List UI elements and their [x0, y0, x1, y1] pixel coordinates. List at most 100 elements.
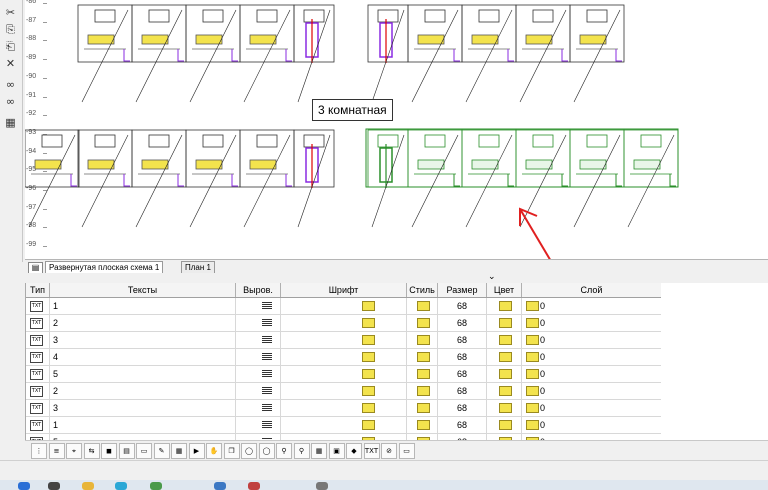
search-icon[interactable] — [48, 482, 60, 490]
fill-icon[interactable]: ◆ — [346, 443, 362, 459]
app3-icon[interactable] — [248, 482, 260, 490]
style-cell[interactable] — [407, 383, 438, 399]
table-row[interactable]: TXT 1 68 0 — [26, 417, 662, 434]
col-font[interactable]: Шрифт — [281, 283, 407, 297]
align-cell[interactable] — [236, 332, 281, 348]
color-cell[interactable] — [487, 349, 522, 365]
style-cell[interactable] — [407, 400, 438, 416]
app-icon[interactable] — [150, 482, 162, 490]
style-cell[interactable] — [407, 298, 438, 314]
layer-cell[interactable]: 0 — [522, 417, 662, 433]
shape-icon[interactable]: ▭ — [398, 443, 415, 459]
app4-icon[interactable] — [316, 482, 328, 490]
table-row[interactable]: TXT 3 68 0 — [26, 332, 662, 349]
table-icon[interactable]: ▦ — [311, 443, 327, 459]
table-row[interactable]: TXT 5 68 0 — [26, 366, 662, 383]
browser-icon[interactable] — [115, 482, 127, 490]
style-cell[interactable] — [407, 332, 438, 348]
ring-icon[interactable]: ◯ — [241, 443, 257, 459]
heating-schematic[interactable] — [25, 0, 768, 259]
layer-cell[interactable]: 0 — [522, 400, 662, 416]
font-cell[interactable] — [281, 315, 407, 331]
font-cell[interactable] — [281, 332, 407, 348]
text-cell[interactable]: 2 — [50, 383, 236, 399]
col-layer[interactable]: Слой — [522, 283, 662, 297]
dimension-icon[interactable]: ⇆ — [83, 443, 100, 459]
layer-cell[interactable]: 0 — [522, 366, 662, 382]
size-cell[interactable]: 68 — [438, 366, 487, 382]
table-row[interactable]: TXT 1 68 0 — [26, 298, 662, 315]
text-cell[interactable]: 5 — [50, 366, 236, 382]
frame-icon[interactable]: ⋮ — [31, 443, 47, 459]
pin-icon[interactable]: ⚲ — [276, 443, 292, 459]
color-cell[interactable] — [487, 298, 522, 314]
size-cell[interactable]: 68 — [438, 315, 487, 331]
lines-icon[interactable]: ≡ — [48, 443, 65, 459]
size-cell[interactable]: 68 — [438, 383, 487, 399]
scissors-icon[interactable]: ✂ — [3, 5, 18, 20]
size-cell[interactable]: 68 — [438, 349, 487, 365]
col-type[interactable]: Тип — [26, 283, 50, 297]
align-cell[interactable] — [236, 315, 281, 331]
text-cell[interactable]: 3 — [50, 400, 236, 416]
font-cell[interactable] — [281, 383, 407, 399]
align-cell[interactable] — [236, 298, 281, 314]
layer-cell[interactable]: 0 — [522, 383, 662, 399]
layer-cell[interactable]: 0 — [522, 332, 662, 348]
col-color[interactable]: Цвет — [487, 283, 522, 297]
layer-cell[interactable]: 0 — [522, 349, 662, 365]
text-cell[interactable]: 2 — [50, 315, 236, 331]
room-label[interactable]: 3 комнатная — [312, 99, 393, 121]
col-texts[interactable]: Тексты — [50, 283, 236, 297]
ring2-icon[interactable]: ◯ — [258, 443, 275, 459]
text-cell[interactable]: 3 — [50, 332, 236, 348]
delete-icon[interactable]: ✕ — [3, 56, 18, 71]
align-cell[interactable] — [236, 366, 281, 382]
binoculars-icon[interactable]: ∞ — [3, 77, 18, 92]
table-row[interactable]: TXT 2 68 0 — [26, 383, 662, 400]
style-cell[interactable] — [407, 417, 438, 433]
copy-icon[interactable]: ⎘ — [3, 22, 18, 37]
align-cell[interactable] — [236, 349, 281, 365]
color-cell[interactable] — [487, 383, 522, 399]
color-cell[interactable] — [487, 400, 522, 416]
table-row[interactable]: TXT 2 68 0 — [26, 315, 662, 332]
print-icon[interactable]: ▤ — [118, 443, 135, 459]
size-cell[interactable]: 68 — [438, 417, 487, 433]
pen-icon[interactable]: ✎ — [153, 443, 170, 459]
color-cell[interactable] — [487, 366, 522, 382]
marker-icon[interactable]: ⌖ — [66, 443, 82, 459]
text-icon[interactable]: TXT — [363, 443, 380, 459]
layer-cell[interactable]: 0 — [522, 315, 662, 331]
col-align[interactable]: Выров. — [236, 283, 281, 297]
align-cell[interactable] — [236, 400, 281, 416]
text-cell[interactable]: 4 — [50, 349, 236, 365]
size-cell[interactable]: 68 — [438, 298, 487, 314]
align-cell[interactable] — [236, 383, 281, 399]
table-row[interactable]: TXT 4 68 0 — [26, 349, 662, 366]
panel-splitter[interactable]: ⌄ — [25, 272, 768, 283]
app2-icon[interactable] — [214, 482, 226, 490]
size-cell[interactable]: 68 — [438, 332, 487, 348]
explorer-icon[interactable] — [82, 482, 94, 490]
text-cell[interactable]: 1 — [50, 417, 236, 433]
font-cell[interactable] — [281, 400, 407, 416]
table-row[interactable]: TXT 3 68 0 — [26, 400, 662, 417]
align-cell[interactable] — [236, 417, 281, 433]
play-icon[interactable]: ▶ — [188, 443, 205, 459]
chevron-down-icon[interactable]: ⌄ — [488, 272, 496, 282]
pin2-icon[interactable]: ⚲ — [293, 443, 310, 459]
text-cell[interactable]: 1 — [50, 298, 236, 314]
binoculars-replace-icon[interactable]: ∞ — [3, 94, 18, 109]
col-style[interactable]: Стиль — [407, 283, 438, 297]
drawing-canvas[interactable]: -86 -87 -88 -89 -90 -91 -92 -93 -94 -95 -96 -97 -98-… — [25, 0, 768, 259]
col-size[interactable]: Размер — [438, 283, 487, 297]
copy2-icon[interactable]: ❐ — [223, 443, 240, 459]
calculator-icon[interactable]: ▦ — [3, 115, 18, 130]
font-cell[interactable] — [281, 417, 407, 433]
color-cell[interactable] — [487, 332, 522, 348]
color-cell[interactable] — [487, 417, 522, 433]
style-cell[interactable] — [407, 349, 438, 365]
hand-icon[interactable]: ✋ — [206, 443, 222, 459]
start-icon[interactable] — [18, 482, 30, 490]
